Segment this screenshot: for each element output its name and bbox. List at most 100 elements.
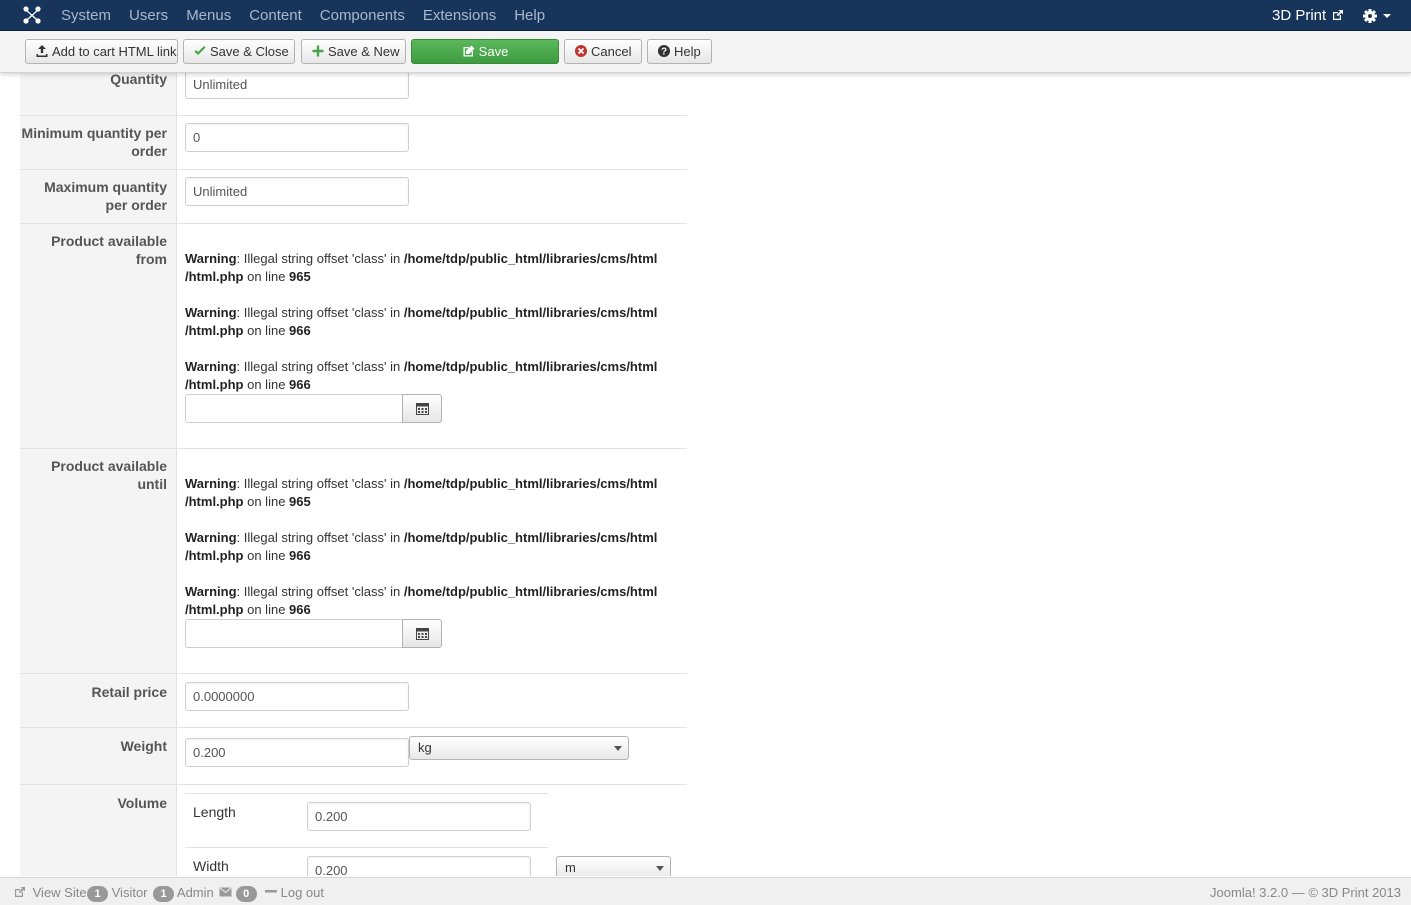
available-from-calendar-button[interactable] [402,394,442,423]
minus-icon [265,890,277,893]
quantity-input[interactable]: Unlimited [185,73,409,99]
menu-system[interactable]: System [52,0,120,31]
dropdown-caret-icon [1383,14,1391,18]
admin-status: 1 Admin [153,885,214,902]
envelope-icon [219,887,232,897]
max-quantity-label-line2: per order [105,197,167,213]
volume-unit-select[interactable]: m [556,856,671,876]
warning-on-line: on line [243,548,290,563]
add-to-cart-label: Add to cart HTML link [52,44,177,59]
cancel-label: Cancel [591,44,632,59]
save-new-label: Save & New [328,44,400,59]
warning-line-number: 965 [289,494,311,509]
menu-users[interactable]: Users [120,0,177,31]
save-new-button[interactable]: Save & New [301,39,406,64]
view-site-link[interactable]: View Site [14,885,87,900]
warning-path-line1: /home/tdp/public_html/libraries/cms/html [403,530,658,545]
weight-unit-value: kg [418,740,432,755]
visitor-status: 1 Visitor [87,885,148,902]
weight-label: Weight [120,738,167,754]
available-from-label-cell: Product available from [20,224,177,448]
warning-word: Warning [185,530,237,545]
site-link[interactable]: 3D Print [1272,0,1344,31]
available-from-input[interactable] [185,394,403,423]
add-to-cart-html-link-button[interactable]: Add to cart HTML link [25,39,178,64]
volume-row: Volume Length 0.200 Width 0.200 m [20,785,687,876]
warning-path-line2: /html.php [185,494,244,509]
weight-row: Weight 0.200 kg [20,728,687,785]
messages-count-badge: 0 [235,886,257,902]
width-input[interactable]: 0.200 [307,856,531,876]
status-bar: View Site 1 Visitor 1 Admin 0 Log out Jo… [0,877,1411,905]
min-quantity-input[interactable]: 0 [185,123,409,152]
save-button[interactable]: Save [411,39,559,64]
warning-message: : Illegal string offset 'class' in [236,530,404,545]
warning-path-line2: /html.php [185,269,244,284]
available-until-label-line1: Product available [51,458,167,474]
warning-word: Warning [185,359,237,374]
toolbar: Add to cart HTML link Save & Close Save … [0,31,1411,73]
max-quantity-input[interactable]: Unlimited [185,177,409,206]
retail-price-label: Retail price [91,684,167,700]
help-button[interactable]: ? Help [647,39,712,64]
save-label: Save [478,44,509,59]
save-close-button[interactable]: Save & Close [183,39,295,64]
menu-help[interactable]: Help [505,0,554,31]
warning-on-line: on line [243,269,290,284]
help-label: Help [674,44,701,59]
warning-line-number: 966 [289,323,311,338]
length-input[interactable]: 0.200 [307,802,531,831]
weight-unit-select[interactable]: kg [409,736,629,760]
retail-price-input[interactable]: 0.0000000 [185,682,409,711]
available-until-datepicker [185,619,442,648]
min-quantity-label-line2: order [131,143,167,159]
available-until-label-cell: Product available until [20,449,177,673]
question-circle-icon: ? [658,45,670,58]
warning-on-line: on line [243,377,290,392]
available-until-calendar-button[interactable] [402,619,442,648]
max-quantity-label: Maximum quantity per order [20,170,167,214]
warning-line-number: 966 [289,548,311,563]
volume-label: Volume [117,795,167,811]
available-until-input[interactable] [185,619,403,648]
joomla-logo-icon[interactable] [22,5,42,25]
quantity-label: Quantity [110,73,167,87]
logout-label: Log out [280,885,324,900]
menu-menus[interactable]: Menus [177,0,240,31]
messages-status[interactable]: 0 [219,885,257,902]
product-form: Quantity Unlimited Minimum quantity per … [20,73,687,876]
external-link-icon [1333,10,1344,20]
retail-price-row: Retail price 0.0000000 [20,674,687,728]
warning-message: : Illegal string offset 'class' in [236,476,404,491]
chevron-down-icon [614,746,622,751]
warning-path-line2: /html.php [185,323,244,338]
menu-content[interactable]: Content [240,0,311,31]
weight-input[interactable]: 0.200 [185,738,409,767]
width-label: Width [193,858,229,874]
volume-label-cell: Volume [20,785,177,876]
warning-path-line1: /home/tdp/public_html/libraries/cms/html [403,305,658,320]
upload-icon [36,45,48,57]
available-from-label: Product available from [20,224,167,268]
logout-link[interactable]: Log out [265,885,324,900]
warning-message: : Illegal string offset 'class' in [236,584,404,599]
min-quantity-label-line1: Minimum quantity per [21,125,167,141]
gear-icon[interactable] [1362,7,1392,25]
php-warning: Warning: Illegal string offset 'class' i… [185,304,685,340]
weight-label-cell: Weight [20,728,177,784]
menu-extensions[interactable]: Extensions [414,0,505,31]
visitor-count-badge: 1 [87,886,108,902]
cancel-button[interactable]: Cancel [564,39,642,64]
php-warning: Warning: Illegal string offset 'class' i… [185,583,685,619]
menu-components[interactable]: Components [311,0,414,31]
check-icon [194,46,206,55]
edit-icon [463,45,475,57]
volume-table-divider [185,847,548,848]
warning-on-line: on line [243,494,290,509]
warning-on-line: on line [243,602,290,617]
site-name: 3D Print [1272,7,1327,24]
max-quantity-label-line1: Maximum quantity [44,179,167,195]
warning-path-line2: /html.php [185,377,244,392]
available-from-row: Product available from Warning: Illegal … [20,224,687,449]
plus-icon [312,45,324,57]
